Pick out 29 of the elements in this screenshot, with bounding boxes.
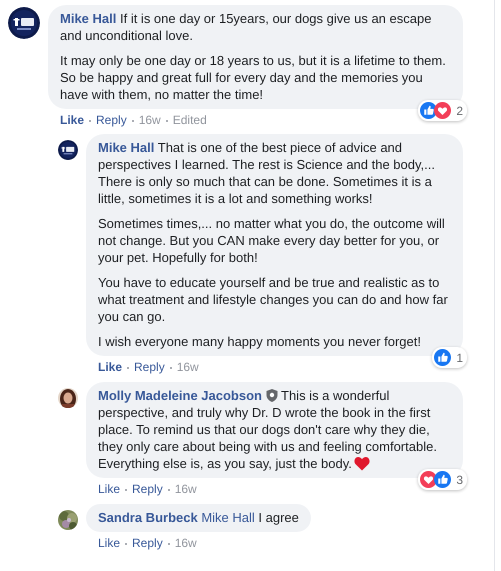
comment-text: Sandra Burbeck Mike Hall I agree (98, 509, 299, 526)
reaction-count: 3 (455, 472, 463, 486)
comment-text: Sometimes times,... no matter what you do, the outcome will not change. But you CAN make every day better for you, or your pet. Hopefully for both! (98, 215, 446, 266)
reaction-count: 2 (455, 104, 463, 118)
comment-text: Mike Hall That is one of the best piece of advice and perspectives I learned. The rest is Science and the body,... There is only so much that can be done. Sometimes it is a little, sometimes it is a lot and something works! (98, 139, 436, 207)
reactions-badge[interactable]: 1 (432, 347, 467, 368)
reply-link[interactable]: Reply (134, 360, 165, 375)
avatar-logo-icon[interactable] (8, 7, 40, 39)
comment-text: Molly Madeleine Jacobson This is a wonderful perspective, and truly why Dr. D wrote the book in the first place. To remind us that our dogs don't care why they die, they only care about being with us and feeling comfortable. Everything else is, as you say, just the body. (98, 387, 438, 472)
mention-link[interactable]: Mike Hall (201, 510, 255, 525)
reactions-badge[interactable]: 2 (418, 100, 467, 121)
like-link[interactable]: Like (60, 113, 84, 128)
comment-text: It may only be one day or 18 years to us, but it is a lifetime to them. So be happy and great full for every day and the memories you have with them, no matter the time! (60, 52, 447, 103)
avatar-logo-icon[interactable] (58, 140, 78, 160)
like-link[interactable]: Like (98, 360, 122, 375)
author-link[interactable]: Mike Hall (98, 140, 154, 155)
author-link[interactable]: Sandra Burbeck (98, 510, 198, 525)
like-link[interactable]: Like (98, 482, 120, 497)
reaction-count: 1 (455, 350, 463, 364)
reply-link[interactable]: Reply (132, 536, 163, 551)
reply-link[interactable]: Reply (96, 113, 127, 128)
comment-text: I wish everyone many happy moments you never forget! (98, 333, 422, 350)
reply-link[interactable]: Reply (132, 482, 163, 497)
author-link[interactable]: Mike Hall (60, 11, 116, 26)
reactions-badge[interactable]: 3 (418, 469, 467, 490)
comment-text: You have to educate yourself and be true and realistic as to what treatment and lifestyle changes you can do and how far you can go. (98, 274, 449, 325)
like-link[interactable]: Like (98, 536, 120, 551)
comment-text: Mike Hall If it is one day or 15years, our dogs give us an escape and unconditional love. (60, 10, 432, 44)
author-link[interactable]: Molly Madeleine Jacobson (98, 388, 262, 403)
